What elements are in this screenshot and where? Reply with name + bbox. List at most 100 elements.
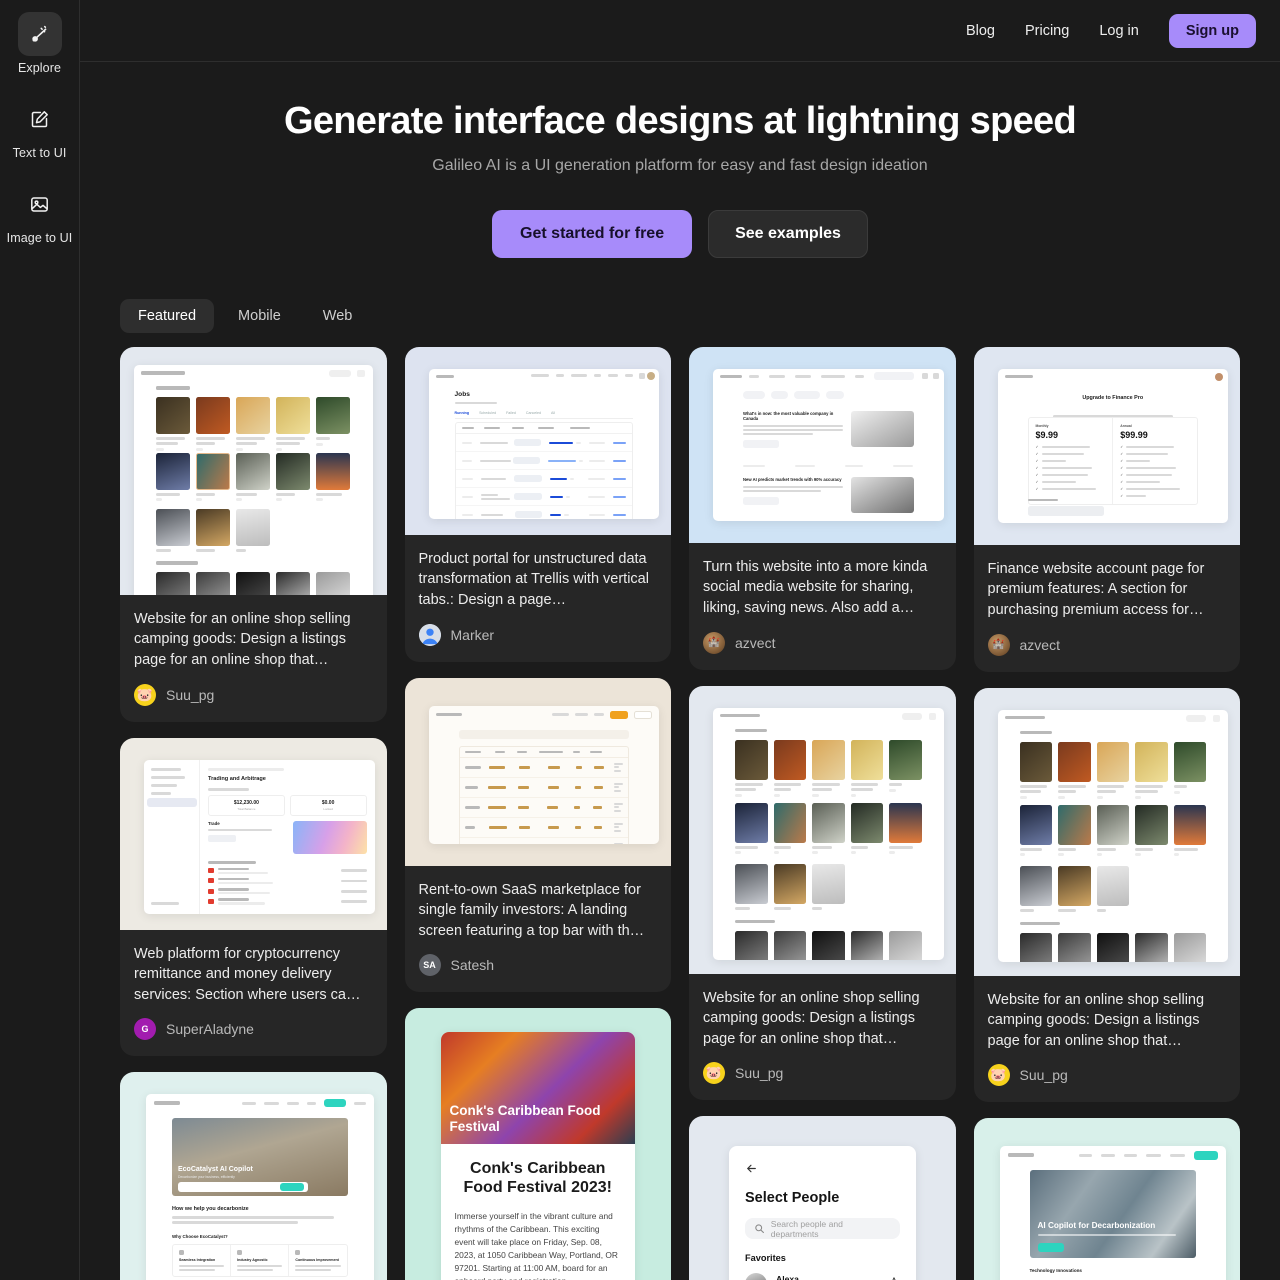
tab-web[interactable]: Web — [305, 299, 371, 333]
app-root: Explore Text to UI Image to UI Blog Pric… — [0, 0, 1280, 1280]
sidebar-item-text-to-ui[interactable]: Text to UI — [0, 97, 80, 160]
card-thumbnail: AI Copilot for Decarbonization Technolog… — [973, 1118, 1240, 1280]
sidebar-item-label: Explore — [17, 61, 62, 75]
favorites-heading: Favorites — [745, 1253, 786, 1264]
card-caption-text: Web platform for cryptocurrency remittan… — [134, 945, 361, 1003]
card-caption-text: Website for an online shop selling campi… — [987, 991, 1205, 1049]
monthly-price: $9.99 — [1035, 429, 1059, 440]
card-thumbnail — [689, 685, 956, 974]
avatar: SA — [418, 954, 441, 977]
card-author-name: Suu_pg — [735, 1065, 784, 1082]
nav-link-blog[interactable]: Blog — [966, 23, 995, 39]
avatar: G — [134, 1018, 156, 1041]
comet-icon — [17, 12, 62, 56]
card-caption: Website for an online shop selling campi… — [689, 974, 956, 1101]
finance-title: Upgrade to Finance Pro — [1082, 394, 1144, 401]
card-thumbnail: Conk's Caribbean Food Festival Conk's Ca… — [404, 1008, 671, 1280]
select-people-title: Select People — [745, 1190, 840, 1207]
list-item[interactable]: Alexa Software Engineering — [745, 1273, 900, 1280]
gallery-card[interactable]: Website for an online shop selling campi… — [973, 687, 1240, 1103]
card-author: Marker — [418, 623, 658, 646]
card-author: 🏰 azvect — [987, 633, 1227, 656]
festival-body: Immerse yourself in the vibrant culture … — [454, 1210, 618, 1280]
person-name: Alexa — [776, 1274, 799, 1280]
sidebar-item-explore[interactable]: Explore — [0, 12, 80, 75]
avatar: 🏰 — [703, 631, 725, 654]
card-author-name: Marker — [450, 626, 495, 643]
gallery-card[interactable]: Select People Search people and departme… — [689, 1116, 956, 1280]
card-author-name: azvect — [1019, 636, 1060, 653]
card-caption-text: Finance website account page for premium… — [987, 560, 1205, 618]
card-author-name: Satesh — [450, 957, 495, 974]
nav-link-login[interactable]: Log in — [1099, 23, 1139, 39]
card-thumbnail: Jobs Running Scheduled Failed Canceled A… — [404, 346, 671, 535]
avatar — [745, 1273, 767, 1280]
card-author: 🐷 Suu_pg — [987, 1064, 1227, 1087]
see-examples-button[interactable]: See examples — [708, 209, 868, 258]
card-caption-text: Website for an online shop selling campi… — [703, 989, 920, 1047]
search-input[interactable]: Search people and departments — [745, 1218, 900, 1240]
sidebar-item-label: Text to UI — [12, 146, 67, 160]
card-author: 🏰 azvect — [703, 631, 942, 654]
card-caption: Finance website account page for premium… — [974, 545, 1241, 672]
avatar: 🐷 — [987, 1064, 1010, 1087]
get-started-button[interactable]: Get started for free — [492, 209, 693, 258]
gallery-column-1: Website for an online shop selling campi… — [120, 346, 387, 1280]
ecoglide-section: Technology Innovations — [1029, 1268, 1083, 1274]
gallery-card[interactable]: Upgrade to Finance Pro Monthly $9.99 ✓ ✓ — [973, 346, 1241, 672]
sidebar: Explore Text to UI Image to UI — [0, 0, 80, 1280]
gallery-card[interactable]: Website for an online shop selling campi… — [689, 685, 956, 1101]
avatar: 🐷 — [134, 683, 156, 706]
avatar — [418, 623, 441, 646]
tab-mobile[interactable]: Mobile — [220, 299, 299, 333]
card-caption-text: Turn this website into a more kinda soci… — [703, 558, 928, 616]
annual-price: $99.99 — [1120, 429, 1148, 440]
card-caption-text: Rent-to-own SaaS marketplace for single … — [418, 881, 645, 939]
card-thumbnail: EcoCatalyst AI Copilot Decarbonize your … — [120, 1072, 387, 1280]
avatar: 🏰 — [987, 633, 1010, 656]
card-thumbnail: Select People Search people and departme… — [689, 1116, 956, 1280]
filter-tabs: Featured Mobile Web — [80, 258, 1280, 333]
gallery-card[interactable]: Rent-to-own SaaS marketplace for single … — [404, 677, 672, 993]
card-caption: Product portal for unstructured data tra… — [405, 535, 672, 662]
card-thumbnail: Upgrade to Finance Pro Monthly $9.99 ✓ ✓ — [973, 346, 1240, 545]
sidebar-item-image-to-ui[interactable]: Image to UI — [0, 182, 80, 245]
card-caption-text: Product portal for unstructured data tra… — [418, 550, 649, 608]
card-caption: Web platform for cryptocurrency remittan… — [120, 930, 387, 1057]
gallery-card[interactable]: AI Copilot for Decarbonization Technolog… — [973, 1118, 1240, 1280]
card-author-name: azvect — [735, 634, 776, 651]
festival-title: Conk's Caribbean Food Festival 2023! — [463, 1160, 613, 1197]
back-arrow-icon[interactable] — [745, 1162, 758, 1179]
card-caption: Rent-to-own SaaS marketplace for single … — [405, 866, 672, 993]
gallery-card[interactable]: Website for an online shop selling campi… — [120, 346, 387, 722]
page-subtitle: Galileo AI is a UI generation platform f… — [432, 156, 928, 174]
gallery-grid: Website for an online shop selling campi… — [80, 333, 1280, 1280]
gallery-column-4: Upgrade to Finance Pro Monthly $9.99 ✓ ✓ — [973, 346, 1241, 1280]
card-author: G SuperAladyne — [134, 1018, 373, 1041]
nav-link-pricing[interactable]: Pricing — [1025, 23, 1069, 39]
card-thumbnail — [120, 346, 387, 595]
tab-featured[interactable]: Featured — [120, 298, 215, 333]
cta-row: Get started for free See examples — [80, 209, 1280, 258]
card-author-name: Suu_pg — [1019, 1067, 1068, 1084]
card-thumbnail — [404, 677, 671, 866]
annual-label: Annual — [1120, 423, 1132, 428]
gallery-card[interactable]: Trading and Arbitrage $12,230.00 Total B… — [120, 737, 387, 1057]
card-author-name: SuperAladyne — [166, 1021, 254, 1038]
monthly-label: Monthly — [1035, 423, 1049, 428]
gallery-card[interactable]: Conk's Caribbean Food Festival Conk's Ca… — [404, 1008, 671, 1280]
gallery-card[interactable]: Jobs Running Scheduled Failed Canceled A… — [404, 346, 672, 662]
festival-hero-title: Conk's Caribbean Food Festival — [449, 1102, 601, 1134]
card-thumbnail: Trading and Arbitrage $12,230.00 Total B… — [120, 737, 387, 930]
gallery-card[interactable]: EcoCatalyst AI Copilot Decarbonize your … — [120, 1072, 387, 1280]
avatar: 🐷 — [703, 1062, 725, 1085]
star-icon[interactable] — [888, 1275, 900, 1280]
gallery-card[interactable]: What's in now: the most valuable company… — [689, 346, 956, 670]
signup-button[interactable]: Sign up — [1168, 13, 1256, 48]
search-icon — [755, 1224, 764, 1234]
card-author: SA Satesh — [418, 954, 658, 977]
card-thumbnail — [973, 687, 1240, 976]
card-author: 🐷 Suu_pg — [134, 683, 373, 706]
card-caption-text: Website for an online shop selling campi… — [134, 610, 351, 668]
image-icon — [18, 182, 62, 226]
